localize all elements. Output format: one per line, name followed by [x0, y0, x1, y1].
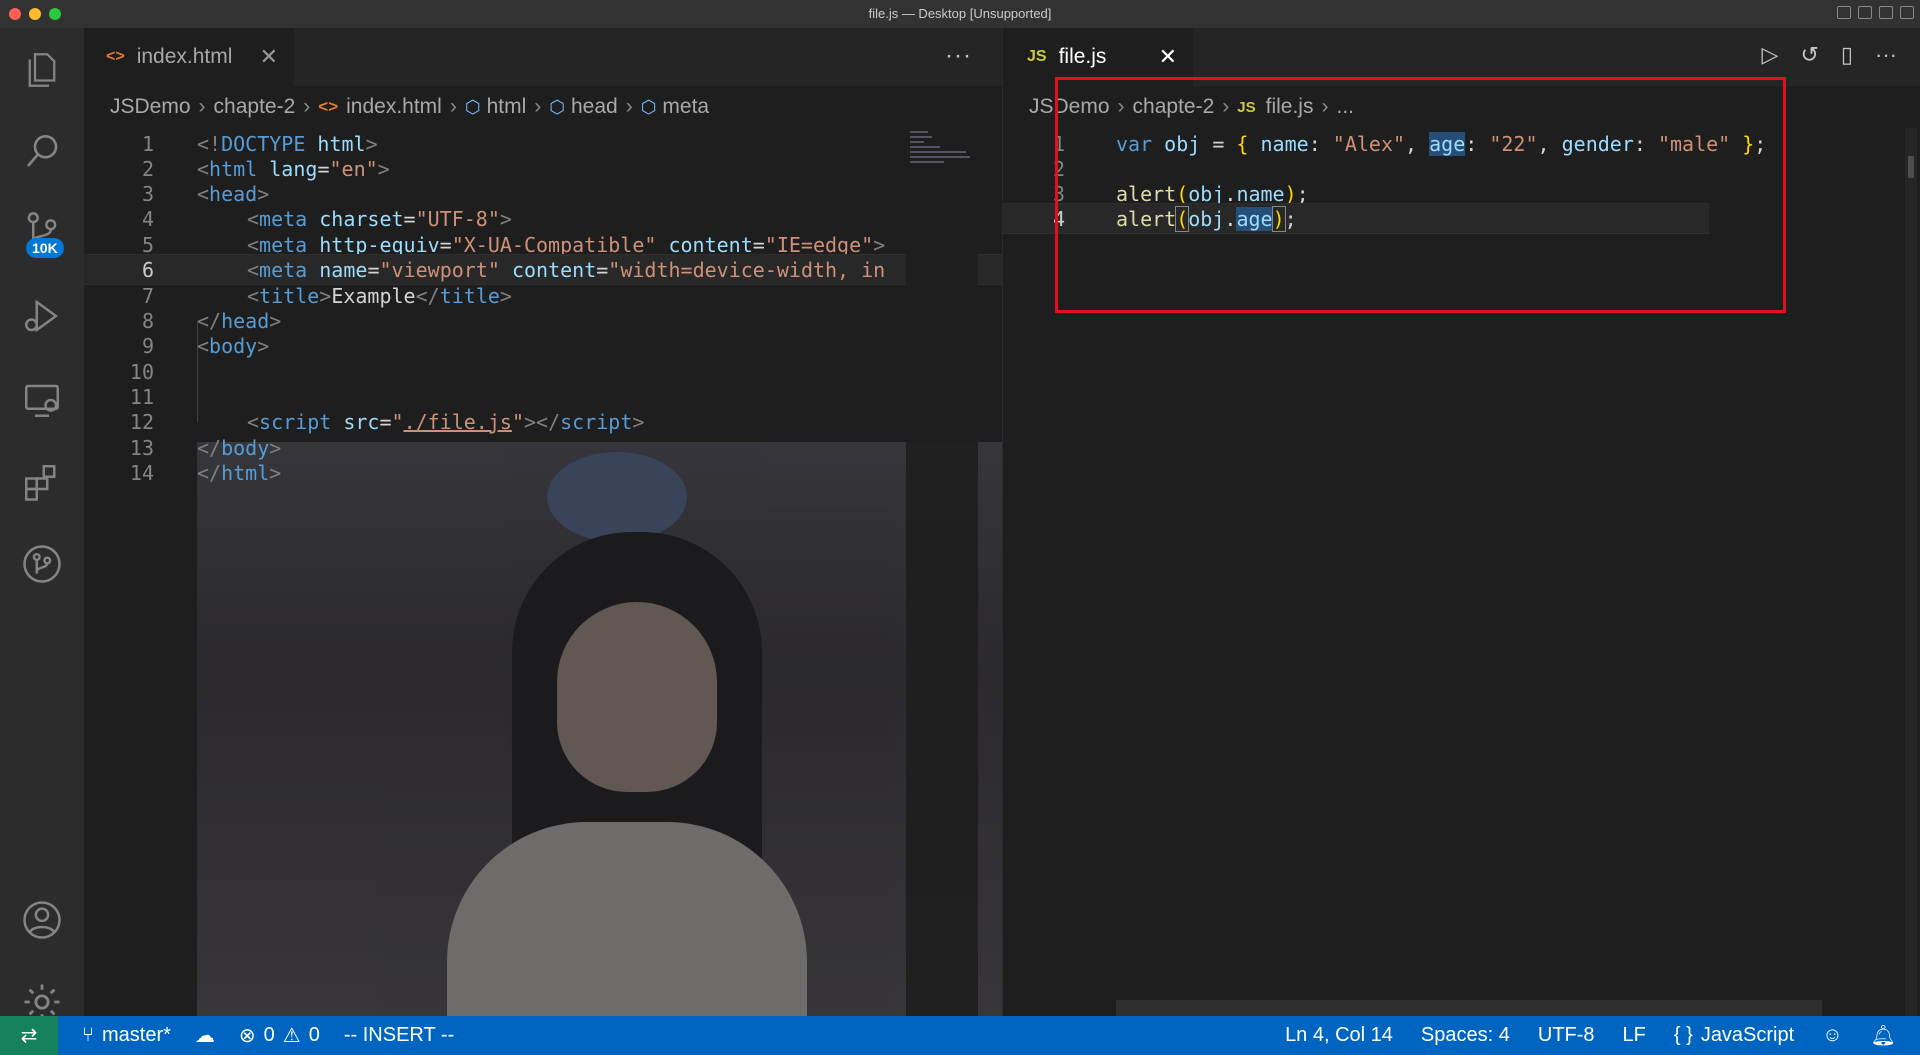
breadcrumb-symbol[interactable]: meta [662, 95, 709, 119]
vim-mode: -- INSERT -- [343, 1024, 455, 1046]
breadcrumb-file[interactable]: index.html [346, 95, 442, 119]
more-actions-icon[interactable]: ··· [1875, 42, 1897, 68]
left-tab-bar: <> index.html ✕ ··· [84, 28, 1002, 86]
vertical-scrollbar[interactable] [1905, 128, 1917, 1016]
breadcrumb: JSDemo › chapte-2 › <> index.html › ⬡ ht… [84, 86, 1002, 128]
warning-count: 0 [308, 1024, 320, 1046]
run-debug-icon[interactable] [0, 286, 84, 346]
tab-index-html[interactable]: <> index.html ✕ [84, 28, 294, 86]
explorer-icon[interactable] [0, 40, 84, 100]
layout-controls [1837, 6, 1914, 19]
html-file-icon: <> [106, 48, 125, 65]
remote-indicator-icon[interactable]: ⇄ [0, 1016, 58, 1055]
git-graph-icon[interactable] [0, 534, 84, 594]
code-line: 14 </html> [129, 460, 282, 485]
warning-icon: ⚠ [282, 1025, 301, 1047]
split-editor-icon[interactable]: ▯ [1841, 42, 1853, 68]
close-tab-icon[interactable]: ✕ [1159, 44, 1177, 70]
tab-label: index.html [136, 45, 233, 68]
language-mode[interactable]: { } JavaScript [1674, 1024, 1794, 1047]
notifications-bell-icon[interactable]: 🔔︎ [1871, 1023, 1896, 1048]
remote-explorer-icon[interactable] [0, 370, 84, 430]
left-editor-group: <> index.html ✕ ··· JSDemo › chapte-2 › … [84, 28, 1002, 1016]
window-title: file.js — Desktop [Unsupported] [868, 6, 1052, 21]
title-bar: file.js — Desktop [Unsupported] [0, 0, 1920, 29]
editor-background-image [197, 442, 1002, 1016]
html-file-icon: <> [318, 97, 339, 116]
symbol-element-icon: ⬡ [640, 96, 657, 117]
error-icon: ⊗ [238, 1025, 256, 1047]
breadcrumb-folder[interactable]: JSDemo [110, 95, 191, 119]
js-file-icon: JS [1027, 48, 1047, 65]
toggle-sidebar-icon[interactable] [1837, 6, 1851, 19]
symbol-element-icon: ⬡ [464, 96, 481, 117]
run-icon[interactable]: ▷ [1762, 42, 1779, 68]
chevron-right-icon: › [198, 95, 206, 118]
more-actions-icon[interactable]: ··· [945, 42, 972, 70]
search-icon[interactable] [0, 122, 84, 182]
status-bar-right: Ln 4, Col 14 Spaces: 4 UTF-8 LF { } Java… [1257, 1023, 1920, 1048]
breadcrumb-symbol[interactable]: head [571, 95, 618, 119]
sync-button[interactable]: ☁ [195, 1023, 215, 1048]
branch-name: master* [102, 1024, 171, 1046]
horizontal-scrollbar[interactable] [1116, 1000, 1822, 1016]
minimap[interactable] [906, 128, 978, 1016]
editor-actions: ▷ ↺ ▯ ··· [1762, 42, 1897, 68]
cursor-position[interactable]: Ln 4, Col 14 [1285, 1024, 1393, 1047]
encoding[interactable]: UTF-8 [1538, 1024, 1595, 1047]
accounts-icon[interactable] [0, 890, 84, 950]
end-of-line[interactable]: LF [1623, 1024, 1646, 1047]
timeline-history-icon[interactable]: ↺ [1800, 42, 1818, 68]
script-src-link[interactable]: ./file.js [404, 410, 512, 434]
symbol-element-icon: ⬡ [549, 96, 565, 117]
git-branch-icon: ⑂ [82, 1024, 94, 1046]
error-count: 0 [263, 1024, 275, 1046]
breadcrumb-folder[interactable]: chapte-2 [214, 95, 296, 119]
chevron-right-icon: › [534, 95, 542, 118]
toggle-panel-icon[interactable] [1858, 6, 1872, 19]
customize-layout-icon[interactable] [1900, 6, 1914, 19]
chevron-right-icon: › [625, 95, 633, 118]
feedback-icon[interactable]: ☺ [1822, 1024, 1842, 1047]
cloud-sync-icon: ☁ [194, 1025, 215, 1047]
left-code-editor[interactable]: 1 <!DOCTYPE html> 2 <html lang="en"> 3 <… [84, 128, 1002, 1016]
tab-label: file.js [1058, 45, 1107, 68]
chevron-right-icon: › [303, 95, 311, 118]
language-label: JavaScript [1700, 1024, 1795, 1046]
annotation-highlight-box [1055, 77, 1786, 313]
problems-indicator[interactable]: ⊗ 0 ⚠ 0 [239, 1023, 320, 1048]
close-tab-icon[interactable]: ✕ [260, 44, 278, 70]
source-control-badge: 10K [26, 238, 64, 258]
chevron-right-icon: › [449, 95, 457, 118]
activity-bar: 10K [0, 28, 84, 1020]
breadcrumb-symbol[interactable]: html [487, 95, 527, 119]
extensions-icon[interactable] [0, 452, 84, 512]
braces-icon: { } [1673, 1024, 1693, 1046]
toggle-secondary-sidebar-icon[interactable] [1879, 6, 1893, 19]
branch-indicator[interactable]: ⑂ master* [82, 1024, 171, 1047]
status-bar: ⇄ ⑂ master* ☁ ⊗ 0 ⚠ 0 -- INSERT -- Ln 4,… [0, 1016, 1920, 1055]
indentation[interactable]: Spaces: 4 [1421, 1024, 1510, 1047]
